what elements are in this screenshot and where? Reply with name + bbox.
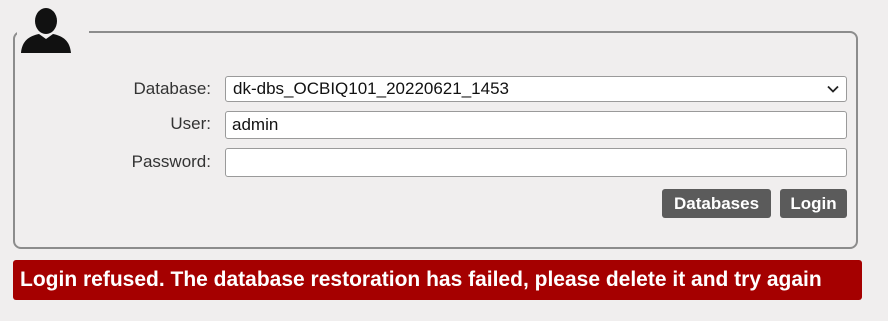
database-select-value: dk-dbs_OCBIQ101_20220621_1453 xyxy=(233,79,509,98)
password-input[interactable] xyxy=(225,148,847,177)
user-label: User: xyxy=(170,114,211,133)
user-input[interactable] xyxy=(225,111,847,139)
databases-button[interactable]: Databases xyxy=(662,189,771,218)
user-silhouette-icon xyxy=(21,8,71,53)
login-button[interactable]: Login xyxy=(780,189,847,218)
database-select[interactable]: dk-dbs_OCBIQ101_20220621_1453 xyxy=(225,76,847,102)
error-banner: Login refused. The database restoration … xyxy=(13,260,862,300)
password-label: Password: xyxy=(131,152,211,171)
login-page: Database: dk-dbs_OCBIQ101_20220621_1453 … xyxy=(0,0,888,321)
chevron-down-icon xyxy=(827,85,839,93)
database-label: Database: xyxy=(133,79,212,98)
